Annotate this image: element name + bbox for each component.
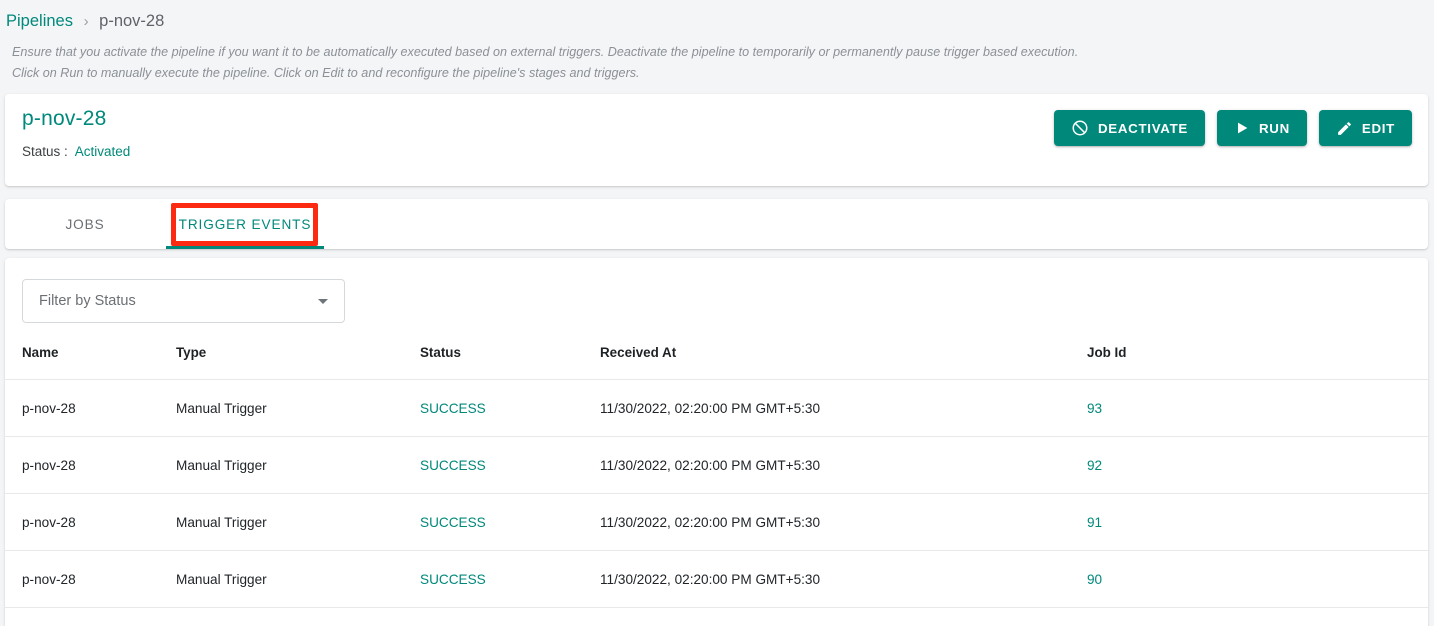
page-description: Ensure that you activate the pipeline if… <box>6 42 1406 84</box>
table-header-row: Name Type Status Received At Job Id <box>5 345 1428 380</box>
tab-bar: JOBS TRIGGER EVENTS <box>5 199 1428 249</box>
pipeline-detail-page: Pipelines › p-nov-28 Ensure that you act… <box>0 0 1434 626</box>
pipeline-action-buttons: DEACTIVATE RUN EDIT <box>1054 110 1412 146</box>
column-header-received-at: Received At <box>600 345 1087 380</box>
cell-type: Manual Trigger <box>176 436 420 494</box>
page-description-line-2: Click on Run to manually execute the pip… <box>12 66 640 80</box>
cell-type: Manual Trigger <box>176 493 420 551</box>
cell-status: SUCCESS <box>420 607 600 626</box>
pipeline-summary-card: p-nov-28 Status : Activated DEACTIVATE R… <box>5 94 1428 186</box>
cell-name: p-nov-28 <box>5 379 176 437</box>
tab-jobs[interactable]: JOBS <box>5 199 165 249</box>
table-row: p-nov-28Manual TriggerSUCCESS 11/30/2022,… <box>5 550 1428 608</box>
cell-job-id: 91 <box>1087 493 1428 551</box>
job-id-link[interactable]: 90 <box>1087 572 1102 587</box>
tab-jobs-label: JOBS <box>65 216 105 232</box>
block-icon <box>1071 119 1089 137</box>
page-description-line-1: Ensure that you activate the pipeline if… <box>12 45 1079 59</box>
table-head: Name Type Status Received At Job Id <box>5 345 1428 380</box>
page-title: p-nov-28 <box>22 107 107 130</box>
tab-trigger-events[interactable]: TRIGGER EVENTS <box>165 199 325 249</box>
filter-by-status-select[interactable]: Filter by Status <box>22 279 345 323</box>
trigger-events-table: Name Type Status Received At Job Id p-no… <box>5 345 1428 626</box>
cell-status: SUCCESS <box>420 493 600 551</box>
cell-received-at: 11/30/2022, 02:20:00 PM GMT+5:30 <box>600 550 1087 608</box>
edit-button[interactable]: EDIT <box>1318 110 1412 146</box>
cell-job-id: 93 <box>1087 379 1428 437</box>
cell-status: SUCCESS <box>420 550 600 608</box>
column-header-status: Status <box>420 345 600 380</box>
cell-name: p-nov-28 <box>5 607 176 626</box>
status-badge: SUCCESS <box>420 457 486 473</box>
status-badge: SUCCESS <box>420 514 486 530</box>
tab-trigger-events-label: TRIGGER EVENTS <box>178 216 312 232</box>
breadcrumb: Pipelines › p-nov-28 <box>6 10 1434 33</box>
job-id-link[interactable]: 93 <box>1087 401 1102 416</box>
deactivate-button-label: DEACTIVATE <box>1098 120 1188 136</box>
job-id-link[interactable]: 91 <box>1087 515 1102 530</box>
cell-received-at: 11/30/2022, 02:20:00 PM GMT+5:30 <box>600 436 1087 494</box>
status-badge: Activated <box>74 144 131 159</box>
cell-received-at: 11/30/2022, 02:20:00 PM GMT+5:30 <box>600 493 1087 551</box>
run-button-label: RUN <box>1258 120 1290 136</box>
cell-name: p-nov-28 <box>5 550 176 608</box>
page-topbar: Pipelines › p-nov-28 Ensure that you act… <box>0 0 1434 84</box>
trigger-events-card: Filter by Status Name Type Status Receiv… <box>5 258 1428 626</box>
cell-job-id: 92 <box>1087 436 1428 494</box>
tabs-card: JOBS TRIGGER EVENTS <box>5 199 1428 249</box>
run-button[interactable]: RUN <box>1216 110 1307 146</box>
status-badge: SUCCESS <box>420 400 486 416</box>
status-badge: SUCCESS <box>420 571 486 587</box>
cell-status: SUCCESS <box>420 379 600 437</box>
pipeline-status: Status : Activated <box>22 144 130 159</box>
cell-received-at: 11/30/2022, 02:20:00 PM GMT+5:30 <box>600 607 1087 626</box>
filter-toolbar: Filter by Status <box>5 258 1428 323</box>
pencil-icon <box>1336 120 1353 137</box>
cell-type: Manual Trigger <box>176 379 420 437</box>
table-row: p-nov-28Manual TriggerSUCCESS11/30/2022,… <box>5 607 1428 626</box>
breadcrumb-separator-icon: › <box>83 13 89 30</box>
column-header-type: Type <box>176 345 420 380</box>
play-icon <box>1234 120 1250 136</box>
table-row: p-nov-28Manual TriggerSUCCESS 11/30/2022,… <box>5 436 1428 494</box>
pipeline-status-label: Status : <box>22 144 68 159</box>
cell-received-at: 11/30/2022, 02:20:00 PM GMT+5:30 <box>600 379 1087 437</box>
breadcrumb-current: p-nov-28 <box>99 12 165 30</box>
chevron-down-icon <box>318 299 328 304</box>
cell-type: Manual Trigger <box>176 550 420 608</box>
table-row: p-nov-28Manual TriggerSUCCESS 11/30/2022,… <box>5 379 1428 437</box>
cell-job-id: 90 <box>1087 550 1428 608</box>
cell-type: Manual Trigger <box>176 607 420 626</box>
edit-button-label: EDIT <box>1361 120 1395 136</box>
table-row: p-nov-28Manual TriggerSUCCESS 11/30/2022,… <box>5 493 1428 551</box>
cell-name: p-nov-28 <box>5 493 176 551</box>
cell-job-id: 89 <box>1087 607 1428 626</box>
cell-status: SUCCESS <box>420 436 600 494</box>
table-body: p-nov-28 Manual Trigger SUCCESS 11/30/2022,… <box>5 379 1428 626</box>
cell-name: p-nov-28 <box>5 436 176 494</box>
breadcrumb-link-pipelines[interactable]: Pipelines <box>6 12 73 30</box>
filter-by-status-value: Filter by Status <box>39 293 136 309</box>
deactivate-button[interactable]: DEACTIVATE <box>1054 110 1205 146</box>
column-header-name: Name <box>5 345 176 380</box>
job-id-link[interactable]: 92 <box>1087 458 1102 473</box>
column-header-job-id: Job Id <box>1087 345 1428 380</box>
